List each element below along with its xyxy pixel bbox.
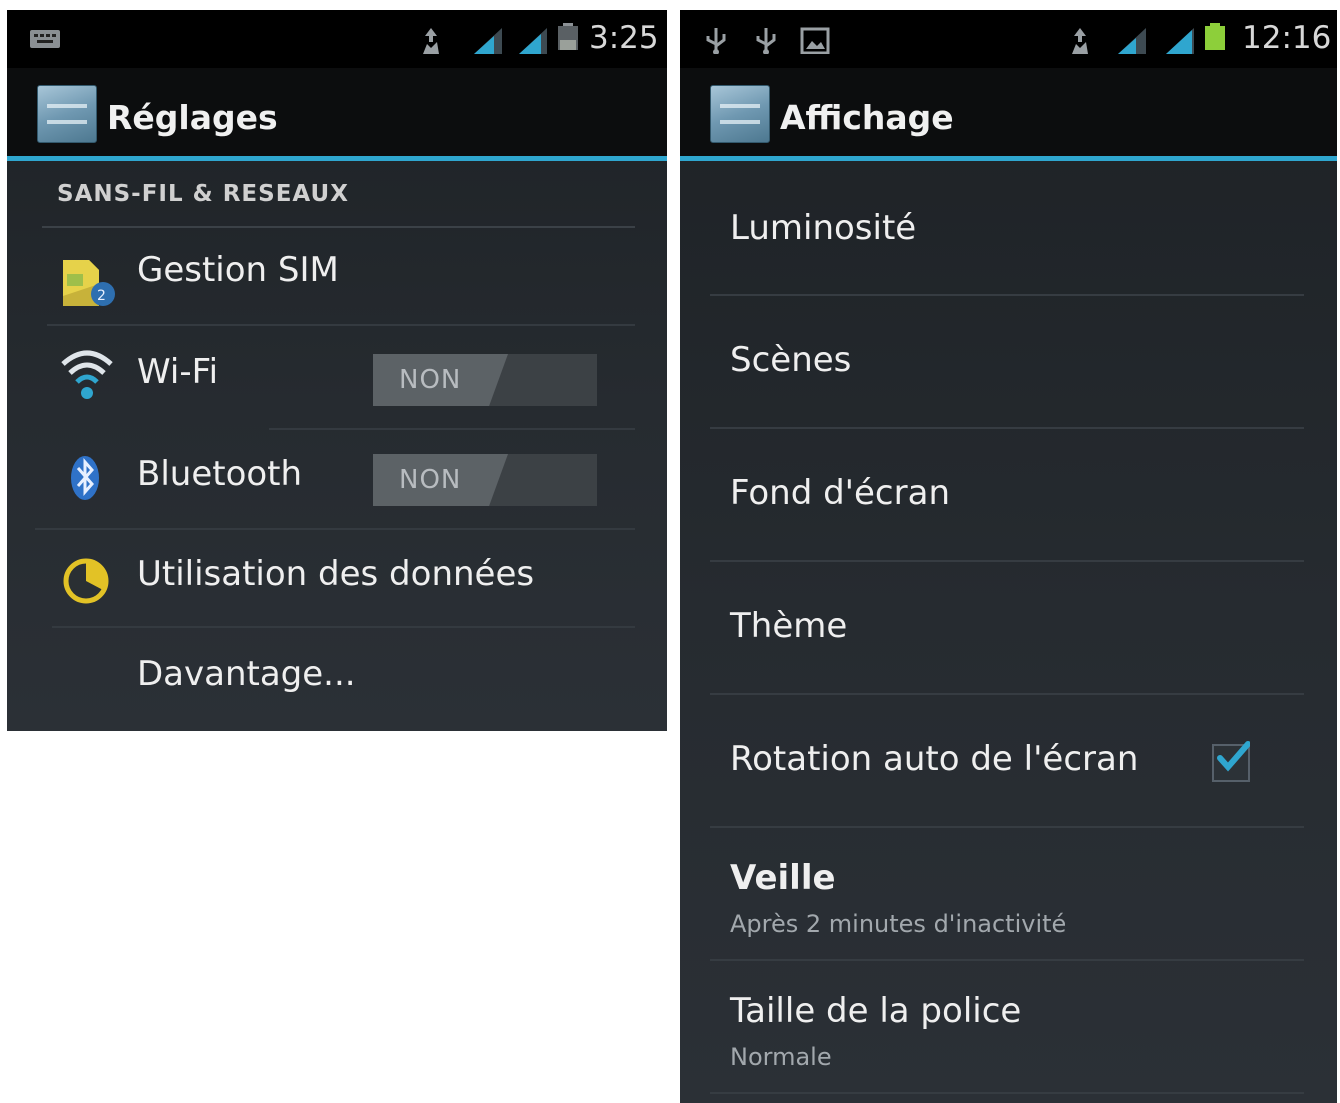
- display-item-label: Fond d'écran: [730, 473, 950, 513]
- display-item-label: Veille: [730, 858, 836, 898]
- wifi-toggle[interactable]: NON: [373, 354, 597, 406]
- display-item-label: Luminosité: [730, 208, 917, 248]
- toggle-state: NON: [399, 365, 462, 395]
- page-title: Affichage: [780, 98, 954, 137]
- section-header: SANS-FIL & RESEAUX: [57, 181, 349, 207]
- keyboard-notification-icon: [30, 30, 60, 48]
- usb-icon-2: [756, 28, 776, 54]
- bluetooth-toggle[interactable]: NON: [373, 454, 597, 506]
- signal-sim2-icon: [1166, 28, 1194, 54]
- settings-item-wifi[interactable]: Wi-Fi NON: [7, 326, 667, 426]
- display-item-brightness[interactable]: Luminosité: [680, 162, 1337, 294]
- action-bar-divider: [7, 156, 667, 161]
- usb-icon: [706, 28, 726, 54]
- wifi-icon: [61, 350, 113, 399]
- toggle-state: NON: [399, 465, 462, 495]
- action-bar-divider: [680, 156, 1337, 161]
- display-item-theme[interactable]: Thème: [680, 562, 1337, 692]
- display-settings-screen: 12:16 Affichage Luminosité Scènes Fond d…: [680, 10, 1337, 1103]
- display-item-scenes[interactable]: Scènes: [680, 296, 1337, 426]
- bluetooth-icon: [71, 456, 99, 500]
- display-item-summary: Normale: [730, 1043, 832, 1071]
- settings-screen: 3:25 Réglages SANS-FIL & RESEAUX 2 Gesti…: [7, 10, 667, 731]
- display-item-label: Thème: [730, 606, 848, 646]
- settings-item-label: Utilisation des données: [137, 554, 535, 594]
- settings-item-label: Wi-Fi: [137, 352, 219, 392]
- settings-item-more[interactable]: Davantage...: [7, 628, 667, 728]
- status-bar: 3:25: [7, 10, 667, 68]
- display-item-font-size[interactable]: Taille de la police Normale: [680, 961, 1337, 1091]
- display-item-label: Scènes: [730, 340, 852, 380]
- settings-item-sim[interactable]: 2 Gestion SIM: [7, 228, 667, 324]
- settings-item-data-usage[interactable]: Utilisation des données: [7, 530, 667, 626]
- settings-item-bluetooth[interactable]: Bluetooth NON: [7, 430, 667, 528]
- signal-sim2-icon: [519, 28, 547, 54]
- settings-item-label: Bluetooth: [137, 454, 303, 494]
- settings-item-label: Davantage...: [137, 654, 356, 694]
- status-clock: 12:16: [1242, 20, 1332, 56]
- data-transfer-icon: [423, 28, 439, 54]
- display-item-label: Rotation auto de l'écran: [730, 739, 1139, 779]
- display-item-sleep[interactable]: Veille Après 2 minutes d'inactivité: [680, 828, 1337, 958]
- settings-item-label: Gestion SIM: [137, 250, 339, 290]
- auto-rotate-checkbox[interactable]: [1212, 741, 1250, 782]
- action-bar: Réglages: [7, 68, 667, 158]
- action-bar: Affichage: [680, 68, 1337, 158]
- svg-text:2: 2: [97, 288, 106, 304]
- data-transfer-icon: [1072, 28, 1088, 54]
- display-item-label: Taille de la police: [730, 991, 1022, 1031]
- settings-app-icon: [710, 85, 770, 143]
- signal-sim1-icon: [474, 28, 502, 54]
- battery-icon: [1205, 23, 1225, 50]
- display-item-wallpaper[interactable]: Fond d'écran: [680, 429, 1337, 559]
- display-item-summary: Après 2 minutes d'inactivité: [730, 910, 1067, 938]
- status-bar: 12:16: [680, 10, 1337, 68]
- battery-icon: [558, 23, 578, 50]
- status-clock: 3:25: [589, 20, 659, 56]
- data-usage-icon: [63, 558, 109, 604]
- settings-app-icon: [37, 85, 97, 143]
- signal-sim1-icon: [1118, 28, 1146, 54]
- checkmark-icon: [1217, 741, 1250, 772]
- page-title: Réglages: [107, 98, 278, 137]
- sim-card-icon: 2: [63, 260, 115, 306]
- screenshot-icon: [800, 27, 830, 54]
- list-divider: [710, 1092, 1304, 1094]
